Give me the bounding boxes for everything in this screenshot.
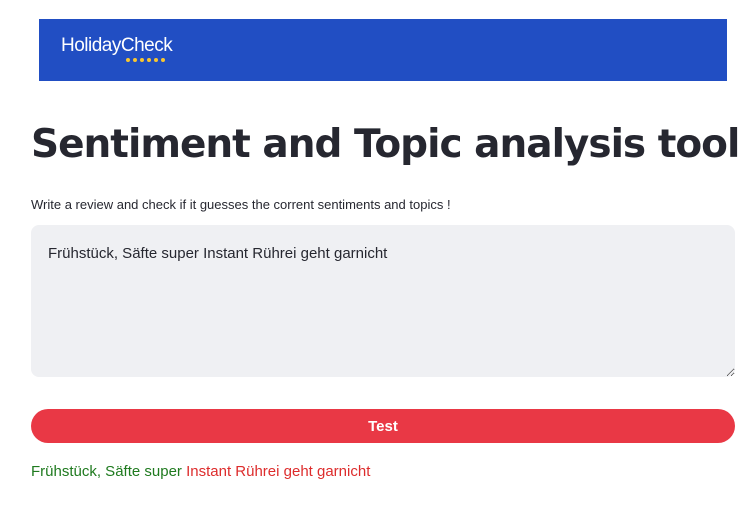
logo-dots-icon xyxy=(126,58,165,62)
page-title: Sentiment and Topic analysis tool xyxy=(31,122,740,167)
review-input[interactable]: Frühstück, Säfte super Instant Rührei ge… xyxy=(31,225,735,377)
holidaycheck-logo: HolidayCheck xyxy=(61,35,173,56)
test-button[interactable]: Test xyxy=(31,409,735,443)
instructions-text: Write a review and check if it guesses t… xyxy=(31,197,451,212)
positive-segment: Frühstück, Säfte super xyxy=(31,463,182,480)
header-banner: HolidayCheck xyxy=(39,19,727,81)
sentiment-result: Frühstück, Säfte super Instant Rührei ge… xyxy=(31,463,370,480)
negative-segment: Instant Rührei geht garnicht xyxy=(186,463,371,480)
